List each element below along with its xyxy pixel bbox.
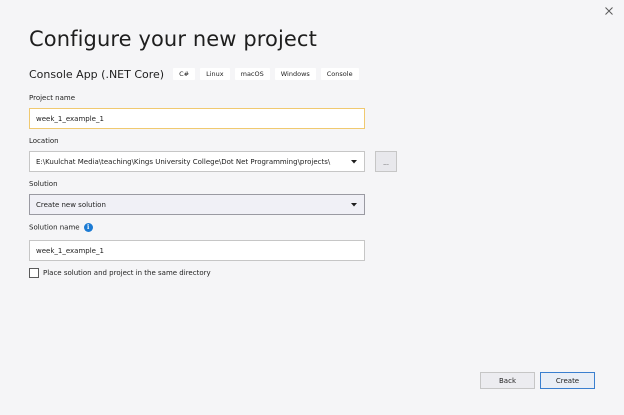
- chevron-down-icon: [350, 158, 358, 166]
- location-value: E:\Kuulchat Media\teaching\Kings Univers…: [36, 157, 331, 166]
- back-button[interactable]: Back: [480, 372, 535, 389]
- chevron-down-icon: [350, 201, 358, 209]
- template-row: Console App (.NET Core) C# Linux macOS W…: [29, 67, 364, 81]
- solution-name-label-text: Solution name: [29, 223, 80, 232]
- solution-dropdown[interactable]: Create new solution: [29, 194, 365, 215]
- location-label: Location: [29, 137, 59, 145]
- solution-name-input[interactable]: [29, 240, 365, 261]
- same-directory-checkbox[interactable]: [29, 268, 39, 278]
- close-button[interactable]: [600, 4, 618, 18]
- tag-macos: macOS: [234, 68, 270, 80]
- tag-csharp: C#: [173, 68, 196, 80]
- template-name: Console App (.NET Core): [29, 67, 165, 81]
- project-name-label: Project name: [29, 94, 76, 102]
- project-name-input[interactable]: [29, 108, 365, 129]
- solution-name-label: Solution name i: [29, 223, 93, 232]
- info-icon[interactable]: i: [83, 223, 93, 232]
- tag-linux: Linux: [200, 68, 230, 80]
- same-directory-label: Place solution and project in the same d…: [43, 269, 211, 277]
- close-icon: [605, 7, 613, 15]
- page-title: Configure your new project: [29, 27, 317, 51]
- solution-selected: Create new solution: [36, 200, 106, 209]
- solution-label: Solution: [29, 180, 58, 188]
- tag-windows: Windows: [274, 68, 316, 80]
- same-directory-option[interactable]: Place solution and project in the same d…: [29, 268, 211, 278]
- location-combobox[interactable]: E:\Kuulchat Media\teaching\Kings Univers…: [29, 151, 365, 172]
- create-button[interactable]: Create: [540, 372, 595, 389]
- tag-console: Console: [320, 68, 359, 80]
- browse-button[interactable]: ...: [375, 151, 397, 172]
